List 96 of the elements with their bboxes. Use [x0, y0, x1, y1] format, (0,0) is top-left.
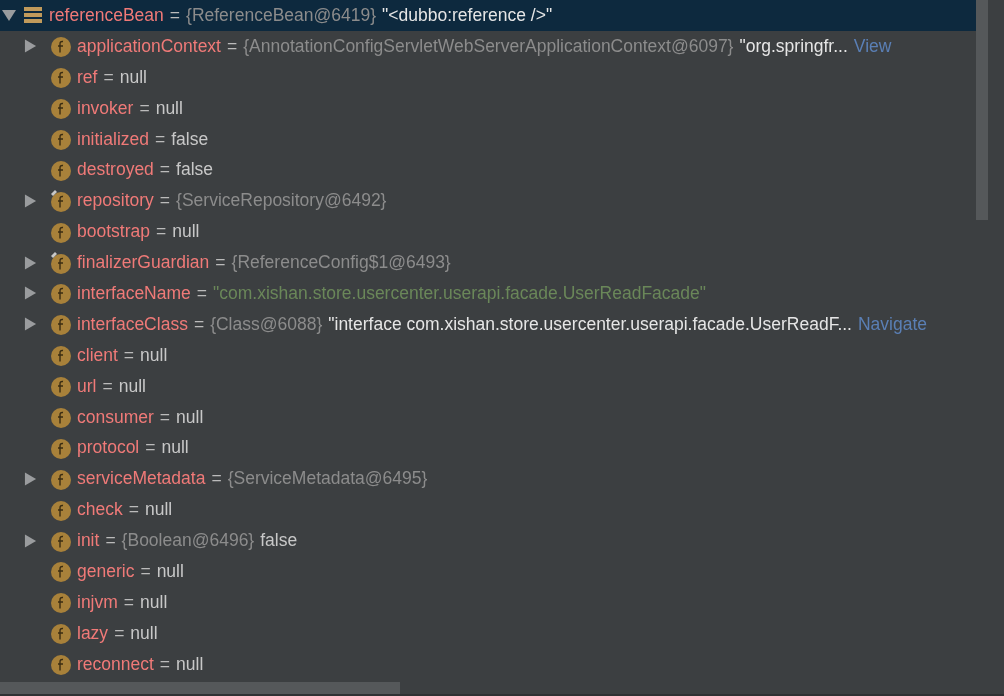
- field-value: null: [172, 221, 200, 243]
- field-value: {ServiceMetadata@6495}: [227, 468, 428, 490]
- equals-sign: =: [193, 313, 205, 335]
- equals-sign: =: [159, 159, 171, 181]
- field-value: null: [176, 653, 204, 675]
- scrollbar-thumb[interactable]: [976, 0, 988, 220]
- field-value: false: [176, 159, 214, 181]
- tree-row[interactable]: bootstrap = null: [0, 216, 976, 248]
- tree-row[interactable]: initialized = false: [0, 123, 976, 155]
- field-name: interfaceName: [77, 282, 191, 304]
- field-value: null: [155, 97, 183, 119]
- tree-row[interactable]: reconnect = null: [0, 648, 976, 680]
- expand-arrow-icon[interactable]: [24, 39, 37, 54]
- field-name: consumer: [77, 406, 154, 428]
- field-value: false: [171, 128, 209, 150]
- equals-sign: =: [103, 66, 114, 88]
- tree-row[interactable]: protocol = null: [0, 432, 976, 464]
- field-name: invoker: [77, 97, 134, 119]
- equals-sign: =: [123, 344, 135, 366]
- expand-arrow-icon[interactable]: [24, 317, 37, 332]
- tree-row[interactable]: check = null: [0, 494, 976, 526]
- equals-sign: =: [159, 190, 171, 212]
- field-value: "<dubbo:reference />": [382, 4, 553, 26]
- field-name: check: [77, 499, 123, 521]
- field-value: null: [130, 622, 158, 644]
- stack-icon: [24, 6, 42, 25]
- field-name: referenceBean: [49, 4, 164, 26]
- equals-sign: =: [155, 221, 167, 243]
- field-name: generic: [77, 560, 135, 582]
- equals-sign: =: [215, 252, 226, 274]
- field-value: "org.springfr...: [739, 35, 848, 57]
- equals-sign: =: [102, 375, 113, 397]
- tree-row[interactable]: lazy = null: [0, 617, 976, 649]
- scrollbar-thumb[interactable]: [0, 682, 400, 694]
- field-name: reconnect: [77, 653, 154, 675]
- field-name: injvm: [77, 591, 118, 613]
- field-value: {Class@6088}: [210, 313, 323, 335]
- equals-sign: =: [123, 591, 135, 613]
- equals-sign: =: [159, 406, 171, 428]
- field-value: {AnnotationConfigServletWebServerApplicationContext@6097}: [243, 35, 734, 57]
- field-value: {ServiceRepository@6492}: [176, 190, 387, 212]
- equals-sign: =: [196, 282, 208, 304]
- tree-row[interactable]: generic = null: [0, 556, 976, 587]
- field-name: serviceMetadata: [77, 468, 206, 490]
- equals-sign: =: [159, 653, 171, 675]
- equals-sign: =: [211, 468, 222, 490]
- field-name: finalizerGuardian: [77, 252, 210, 274]
- equals-sign: =: [114, 622, 125, 644]
- equals-sign: =: [140, 560, 151, 582]
- field-value: null: [119, 66, 147, 88]
- field-value: null: [156, 560, 184, 582]
- selected-row[interactable]: referenceBean = {ReferenceBean@6419} "<dubbo:reference />": [0, 0, 976, 31]
- field-value: null: [140, 591, 168, 613]
- field-name: bootstrap: [77, 221, 150, 243]
- field-value: "interface com.xishan.store.usercenter.userapi.facade.UserReadF...: [328, 313, 852, 335]
- field-name: protocol: [77, 437, 140, 459]
- field-value: null: [144, 499, 173, 521]
- expand-arrow-icon[interactable]: [24, 533, 37, 548]
- field-name: applicationContext: [77, 35, 221, 57]
- field-value: null: [161, 437, 189, 459]
- tree-row[interactable]: url = null: [0, 370, 976, 402]
- field-name: repository: [77, 190, 154, 212]
- tree-row[interactable]: invoker = null: [0, 92, 976, 124]
- field-value: null: [118, 375, 146, 397]
- tree-row[interactable]: injvm = null: [0, 586, 976, 618]
- field-value: null: [176, 406, 204, 428]
- expand-arrow-icon[interactable]: [24, 193, 37, 208]
- field-value: "com.xishan.store.usercenter.userapi.facade.UserReadFacade": [213, 282, 706, 304]
- equals-sign: =: [145, 437, 156, 459]
- field-name: client: [77, 344, 118, 366]
- field-name: ref: [77, 66, 98, 88]
- field-name: lazy: [77, 622, 109, 644]
- field-name: initialized: [77, 128, 149, 150]
- field-value: null: [140, 344, 168, 366]
- field-name: url: [77, 375, 97, 397]
- equals-sign: =: [139, 97, 150, 119]
- field-name: init: [77, 530, 100, 552]
- collapse-arrow-icon[interactable]: [2, 8, 16, 23]
- tree-row[interactable]: destroyed = false: [0, 154, 976, 186]
- field-value: {Boolean@6496}: [121, 530, 255, 552]
- field-name: destroyed: [77, 159, 154, 181]
- equals-sign: =: [105, 530, 116, 552]
- equals-sign: =: [227, 35, 238, 57]
- tree-row[interactable]: ref = null: [0, 61, 976, 93]
- expand-arrow-icon[interactable]: [24, 255, 37, 270]
- field-name: interfaceClass: [77, 313, 188, 335]
- equals-sign: =: [169, 4, 181, 26]
- field-value: {ReferenceBean@6419}: [186, 4, 377, 26]
- field-value: {ReferenceConfig$1@6493}: [231, 252, 451, 274]
- equals-sign: =: [128, 499, 139, 521]
- expand-arrow-icon[interactable]: [24, 471, 37, 486]
- expand-arrow-icon[interactable]: [24, 286, 37, 301]
- field-value: false: [260, 530, 298, 552]
- tree-row[interactable]: consumer = null: [0, 401, 976, 433]
- equals-sign: =: [155, 128, 166, 150]
- tree-row[interactable]: client = null: [0, 339, 976, 371]
